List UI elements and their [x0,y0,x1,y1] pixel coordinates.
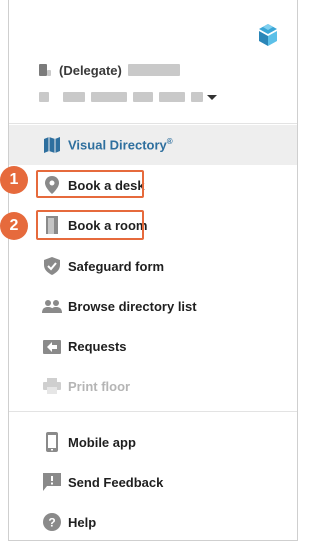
printer-icon [42,376,62,396]
feedback-icon [42,472,62,492]
requests-icon [42,336,62,356]
app-logo-icon [259,24,277,46]
menu-item-label: Mobile app [68,434,136,450]
menu-item-mobile-app[interactable]: Mobile app [9,422,297,462]
menu-item-label: Safeguard form [68,258,165,274]
redacted-avatar [39,64,47,76]
redacted-account [159,92,185,102]
chevron-down-icon[interactable] [207,94,217,100]
menu-item-label: Visual Directory® [68,137,173,153]
redacted-account [133,92,153,102]
shield-check-icon [42,256,62,276]
menu-item-print-floor: Print floor [9,366,297,406]
menu-item-requests[interactable]: Requests [9,326,297,366]
user-account-block[interactable]: (Delegate) [39,60,269,104]
menu-item-label: Requests [68,338,127,354]
menu-item-label: Print floor [68,378,131,394]
delegate-label: (Delegate) [59,62,122,78]
menu-item-send-feedback[interactable]: Send Feedback [9,462,297,502]
redacted-avatar-tail [47,70,51,76]
redacted-account [91,92,127,102]
user-switcher[interactable] [39,90,269,104]
menu-item-safeguard-form[interactable]: Safeguard form [9,246,297,286]
divider [9,123,297,124]
menu-item-help[interactable]: ? Help [9,502,297,542]
redacted-name [127,64,180,76]
callout-badge-2: 2 [0,212,28,240]
menu-item-browse-directory[interactable]: Browse directory list [9,286,297,326]
redacted-account [39,92,49,102]
help-icon: ? [42,512,62,532]
mobile-phone-icon [42,432,62,452]
callout-badge-1: 1 [0,166,28,194]
menu-item-visual-directory[interactable]: Visual Directory® [9,125,297,165]
redacted-account [191,92,203,102]
people-icon [42,296,62,316]
callout-highlight-book-room [36,210,144,240]
divider [9,411,297,412]
callout-highlight-book-desk [36,170,144,198]
map-icon [42,135,62,155]
menu-item-label: Send Feedback [68,474,164,490]
svg-text:?: ? [48,516,55,530]
redacted-account [63,92,85,102]
menu-item-label: Browse directory list [68,298,197,314]
navigation-panel: (Delegate) Visual Directory® Book a desk… [8,0,298,541]
menu-item-label: Help [68,514,97,530]
